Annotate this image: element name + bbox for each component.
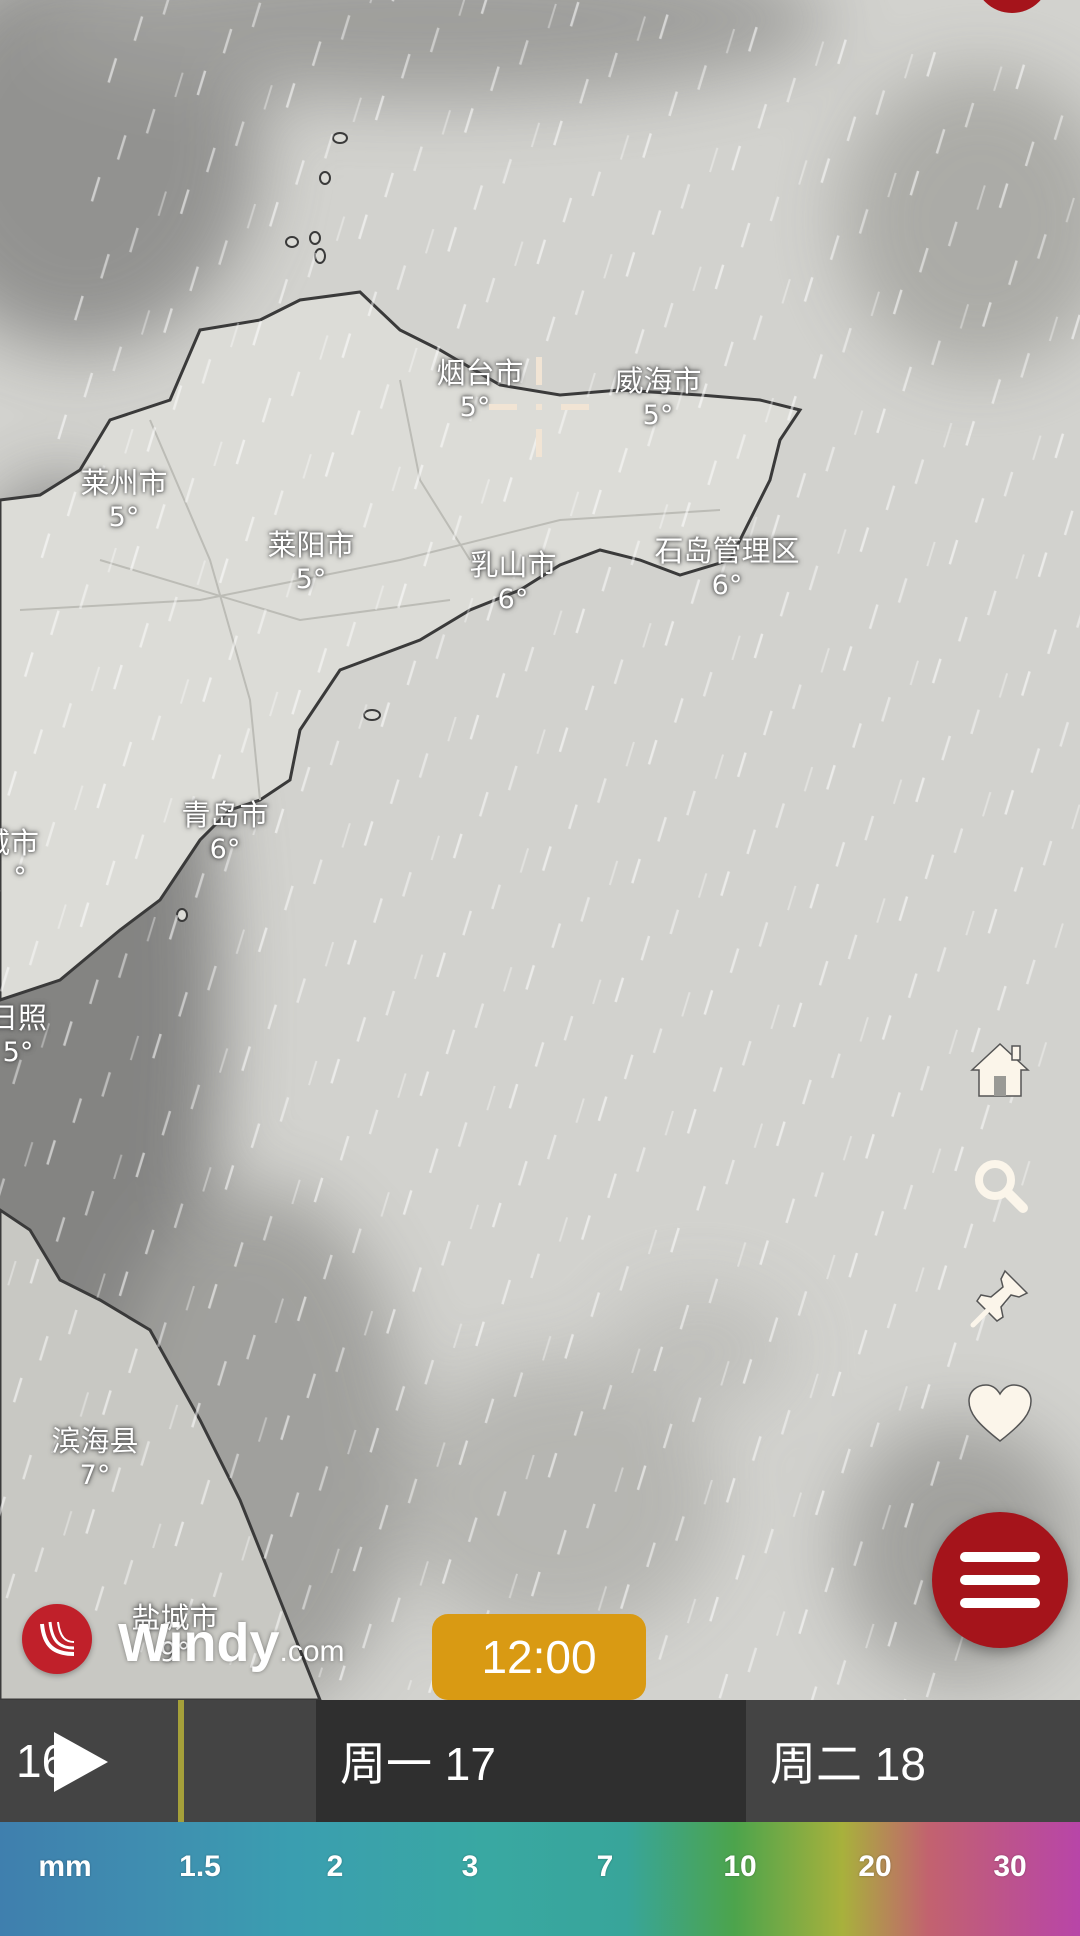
city-name: 乳山市 [469,548,557,582]
pin-icon [970,1269,1029,1328]
city-label-laizhou[interactable]: 莱州市 5° [80,465,167,535]
play-icon [54,1732,108,1792]
brand-suffix: .com [279,1635,345,1668]
home-button[interactable] [965,1035,1035,1105]
windy-logo-icon [40,1621,75,1656]
city-name: 青岛市 [181,798,269,832]
legend-value: 3 [461,1850,479,1883]
city-label-yantai[interactable]: 烟台市 5° [436,355,523,425]
city-name: 城市 [0,826,40,860]
legend-value: 1.5 [179,1850,221,1883]
city-temp: 6° [711,570,743,602]
pin-button[interactable] [965,1263,1035,1333]
city-name: 石岛管理区 [654,534,800,568]
play-button[interactable] [48,1730,112,1794]
current-time-badge[interactable]: 12:00 [432,1614,646,1700]
windy-logo[interactable] [22,1604,92,1674]
legend-value: 30 [993,1850,1027,1883]
city-name: 莱阳市 [267,528,355,562]
city-label-laiyang[interactable]: 莱阳市 5° [267,527,354,597]
windy-wordmark: Windy.com [118,1612,345,1674]
legend-value: 7 [596,1850,614,1883]
weather-map[interactable] [0,0,1080,1700]
city-name: 烟台市 [436,356,524,390]
city-name: 莱州市 [80,466,168,500]
city-name: 威海市 [614,364,702,398]
city-label-binhai[interactable]: 滨海县 7° [51,1423,138,1493]
city-name: 日照 [0,1001,48,1035]
favorites-button[interactable] [965,1378,1035,1448]
legend-unit: mm [38,1850,92,1883]
timeline-day-monday[interactable]: 周一 17 [340,1700,496,1822]
timeline-now-marker [178,1700,184,1822]
timeline-bar[interactable]: 16 周一 17 周二 18 [0,1700,1080,1822]
heart-icon [968,1384,1032,1442]
city-temp: 7° [79,1460,111,1492]
city-label-rushan[interactable]: 乳山市 6° [469,547,556,617]
timeline-day-tuesday[interactable]: 周二 18 [770,1700,926,1822]
city-temp: 5° [642,400,674,432]
city-temp: 6° [209,834,241,866]
city-temp: 6° [497,584,529,616]
city-temp: 5° [2,1037,34,1069]
precipitation-legend[interactable]: mm 1.5 2 3 7 10 20 30 [0,1822,1080,1936]
city-label-rizhao[interactable]: 日照 5° [0,1000,47,1070]
menu-button[interactable] [932,1512,1068,1648]
city-label-qingdao[interactable]: 青岛市 6° [181,797,268,867]
city-name: 滨海县 [51,1424,139,1458]
search-icon [975,1160,1028,1213]
search-button[interactable] [965,1150,1035,1220]
home-icon [970,1042,1030,1097]
city-label-partial[interactable]: 城市 ° [0,825,39,895]
legend-value: 20 [858,1850,892,1883]
current-time-label: 12:00 [481,1631,597,1683]
city-label-shidao[interactable]: 石岛管理区 6° [654,533,799,603]
brand-name: Windy [118,1613,280,1673]
hamburger-icon [960,1552,1040,1608]
city-temp: 5° [295,564,327,596]
legend-value: 2 [326,1850,344,1883]
city-label-weihai[interactable]: 威海市 5° [614,363,701,433]
legend-value: 10 [723,1850,757,1883]
city-temp: 5° [108,502,140,534]
city-temp: ° [13,862,27,894]
